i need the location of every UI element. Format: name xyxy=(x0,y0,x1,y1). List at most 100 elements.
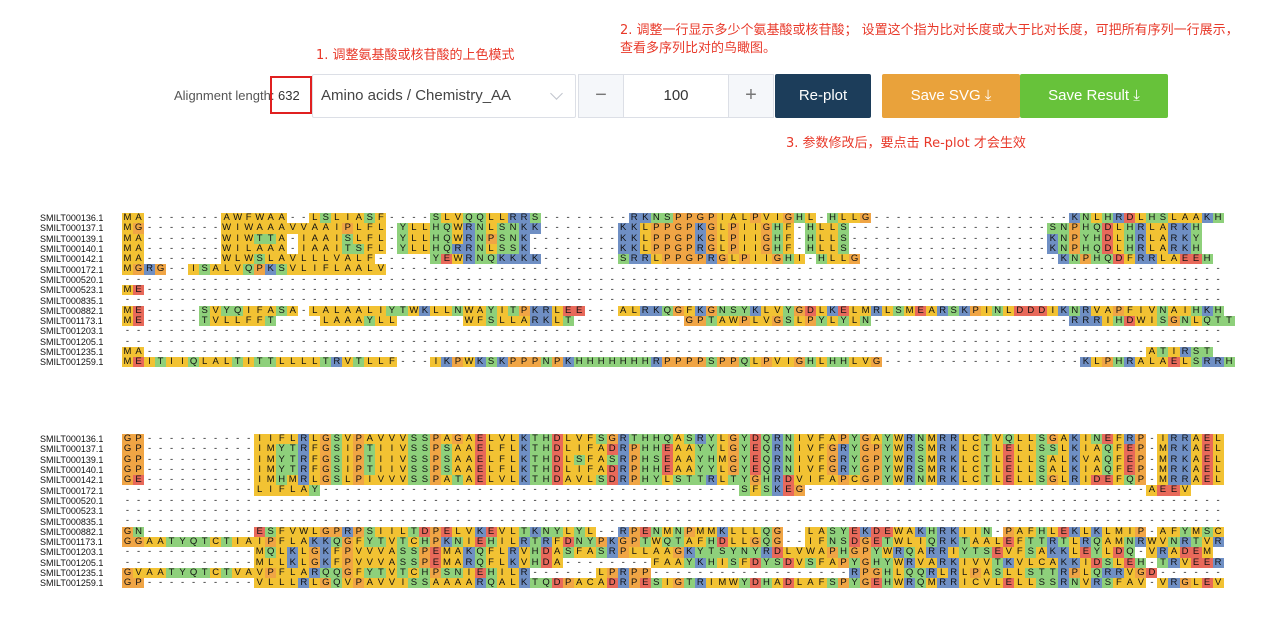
save-svg-button[interactable]: Save SVG ⤓ xyxy=(882,74,1020,118)
residue: I xyxy=(661,577,673,589)
residue: S xyxy=(650,577,662,589)
residue: P xyxy=(133,577,145,589)
residue: P xyxy=(694,356,706,368)
residue: V xyxy=(342,356,354,368)
residue: A xyxy=(1190,474,1202,486)
sequence-residues: ME--------------------------------------… xyxy=(122,284,1224,296)
sequence-id: SMILT001173.1 xyxy=(40,537,103,548)
alignment-row: SMILT000523.1 - - - - - - - - - - - - - - - - - - - - - - - - - - -… xyxy=(40,505,1224,517)
residue: H xyxy=(1223,356,1235,368)
increment-button[interactable]: + xyxy=(728,75,773,117)
sequence-id: SMILT000882.1 xyxy=(40,526,104,537)
residue: T xyxy=(529,577,541,589)
sequence-id: SMILT000523.1 xyxy=(40,285,104,296)
residue: W xyxy=(893,577,905,589)
residue: - xyxy=(166,577,178,589)
residue: K xyxy=(1080,356,1092,368)
sequence-id: SMILT000142.1 xyxy=(40,475,104,486)
sequence-id: SMILT000137.1 xyxy=(40,223,104,234)
residue: L xyxy=(287,356,299,368)
residue: P xyxy=(672,356,684,368)
alignment-row: SMILT000520.1 - - - - - - - - - - - - - - - - - - - - - - - - - - -… xyxy=(40,495,1224,507)
alignment-row: SMILT000172.1 M G R G - - I S A L V Q P K S V L I F L A A L V - - -… xyxy=(40,264,1235,275)
residue: L xyxy=(265,577,277,589)
residue: L xyxy=(1025,577,1037,589)
color-scheme-select[interactable]: Amino acids / Chemistry_AA xyxy=(312,74,576,118)
residue: A xyxy=(1124,577,1136,589)
alignment-row: SMILT001205.1 - - - - - - - - - - - - - - - - - - - - - - - - - - -… xyxy=(40,336,1235,347)
residue: S xyxy=(827,577,839,589)
residue: - xyxy=(397,356,409,368)
alignment-row: SMILT000835.1 - - - - - - - - - - - - - - - - - - - - - - - - - - -… xyxy=(40,295,1235,306)
alignment-row: SMILT001173.1 M E - - - - - T V L L F F T - - - - L A A A Y L L - -… xyxy=(40,315,1235,327)
alignment-row: SMILT000882.1 M E - - - - - S V Y Q I F A S A - L A L A A L I Y T W… xyxy=(40,305,1235,316)
sequence-id: SMILT000136.1 xyxy=(40,213,104,224)
per-line-stepper[interactable]: − 100 + xyxy=(578,74,774,118)
residue: - xyxy=(926,356,938,368)
residue: H xyxy=(639,356,651,368)
residue: P xyxy=(727,356,739,368)
residue: Q xyxy=(738,356,750,368)
residue: G xyxy=(871,356,883,368)
residue: T xyxy=(1223,315,1235,327)
residue: I xyxy=(705,577,717,589)
residue: G xyxy=(1179,577,1191,589)
residue: F xyxy=(386,356,398,368)
residue: A xyxy=(573,577,585,589)
residue: V xyxy=(375,577,387,589)
residue: - xyxy=(188,577,200,589)
residue: - xyxy=(1146,577,1158,589)
residue: P xyxy=(838,577,850,589)
sequence-id: SMILT000172.1 xyxy=(40,264,104,275)
residue: - xyxy=(970,356,982,368)
residue: P xyxy=(562,577,574,589)
residue: A xyxy=(441,577,453,589)
residue: - xyxy=(959,356,971,368)
residue: I xyxy=(397,577,409,589)
residue: K xyxy=(562,356,574,368)
residue: V xyxy=(1135,577,1147,589)
residue: T xyxy=(155,356,167,368)
sequence-id: SMILT001235.1 xyxy=(40,347,104,357)
sequence-residues: MGRG--ISALVQPKSVLIFLAALV----------------… xyxy=(122,264,1224,275)
sequence-residues: GP----------VLLLRLGQVPAVVISSAAAARQALKTQD… xyxy=(122,577,1224,589)
residue: R xyxy=(1091,577,1103,589)
alignment-block-1: SMILT000136.1 M A - - - - - - - A W F W A A - - L S L I A S F - - -… xyxy=(40,212,1235,368)
residue: L xyxy=(375,356,387,368)
residue: H xyxy=(573,356,585,368)
alignment-row: SMILT001259.1 M E I T I I Q L A L T I T T L L L L T R V T L L F - -… xyxy=(40,356,1235,368)
residue: T xyxy=(683,577,695,589)
annotation-line-length: 2. 调整一行显示多少个氨基酸或核苷酸； 设置这个指为比对长度或大于比对长度，可… xyxy=(620,23,1239,56)
residue: L xyxy=(199,356,211,368)
residue: N xyxy=(1069,577,1081,589)
decrement-button[interactable]: − xyxy=(579,75,624,117)
residue: - xyxy=(1036,356,1048,368)
residue: R xyxy=(937,577,949,589)
residue: V xyxy=(981,577,993,589)
residue: A xyxy=(463,577,475,589)
alignment-row: SMILT001203.1- - - - - - - - - - - - M Q L K L G K F P V V V A S S… xyxy=(40,546,1224,558)
residue: P xyxy=(551,356,563,368)
residue: E xyxy=(1201,474,1213,486)
residue: D xyxy=(551,577,563,589)
residue: F xyxy=(815,577,827,589)
replot-button[interactable]: Re-plot xyxy=(775,74,871,118)
residue: Q xyxy=(485,577,497,589)
sequence-id: SMILT001205.1 xyxy=(40,336,104,347)
alignment-block-2: SMILT000136.1 G P - - - - - - - - - - I I F L R L G S V P A V V V S… xyxy=(40,433,1224,589)
residue: S xyxy=(1047,577,1059,589)
save-result-button[interactable]: Save Result ⤓ xyxy=(1020,74,1168,118)
residue: R xyxy=(1212,536,1224,548)
residue: H xyxy=(804,356,816,368)
residue: G xyxy=(793,356,805,368)
residue: E xyxy=(133,356,145,368)
sequence-id: SMILT000520.1 xyxy=(40,274,104,285)
residue: L xyxy=(1146,356,1158,368)
color-scheme-value: Amino acids / Chemistry_AA xyxy=(321,87,512,104)
residue: G xyxy=(672,577,684,589)
sequence-residues: GP----------IIFLRLGSVPAVVVSSPAGAELVLKTHD… xyxy=(122,433,1224,445)
sequence-residues: GP----------IMYTRFGSIPTIIVSSPSAAELFLKTHD… xyxy=(122,464,1224,476)
sequence-residues: ----------------------------------------… xyxy=(122,336,1224,347)
per-line-input[interactable]: 100 xyxy=(623,75,729,117)
residue: L xyxy=(749,356,761,368)
